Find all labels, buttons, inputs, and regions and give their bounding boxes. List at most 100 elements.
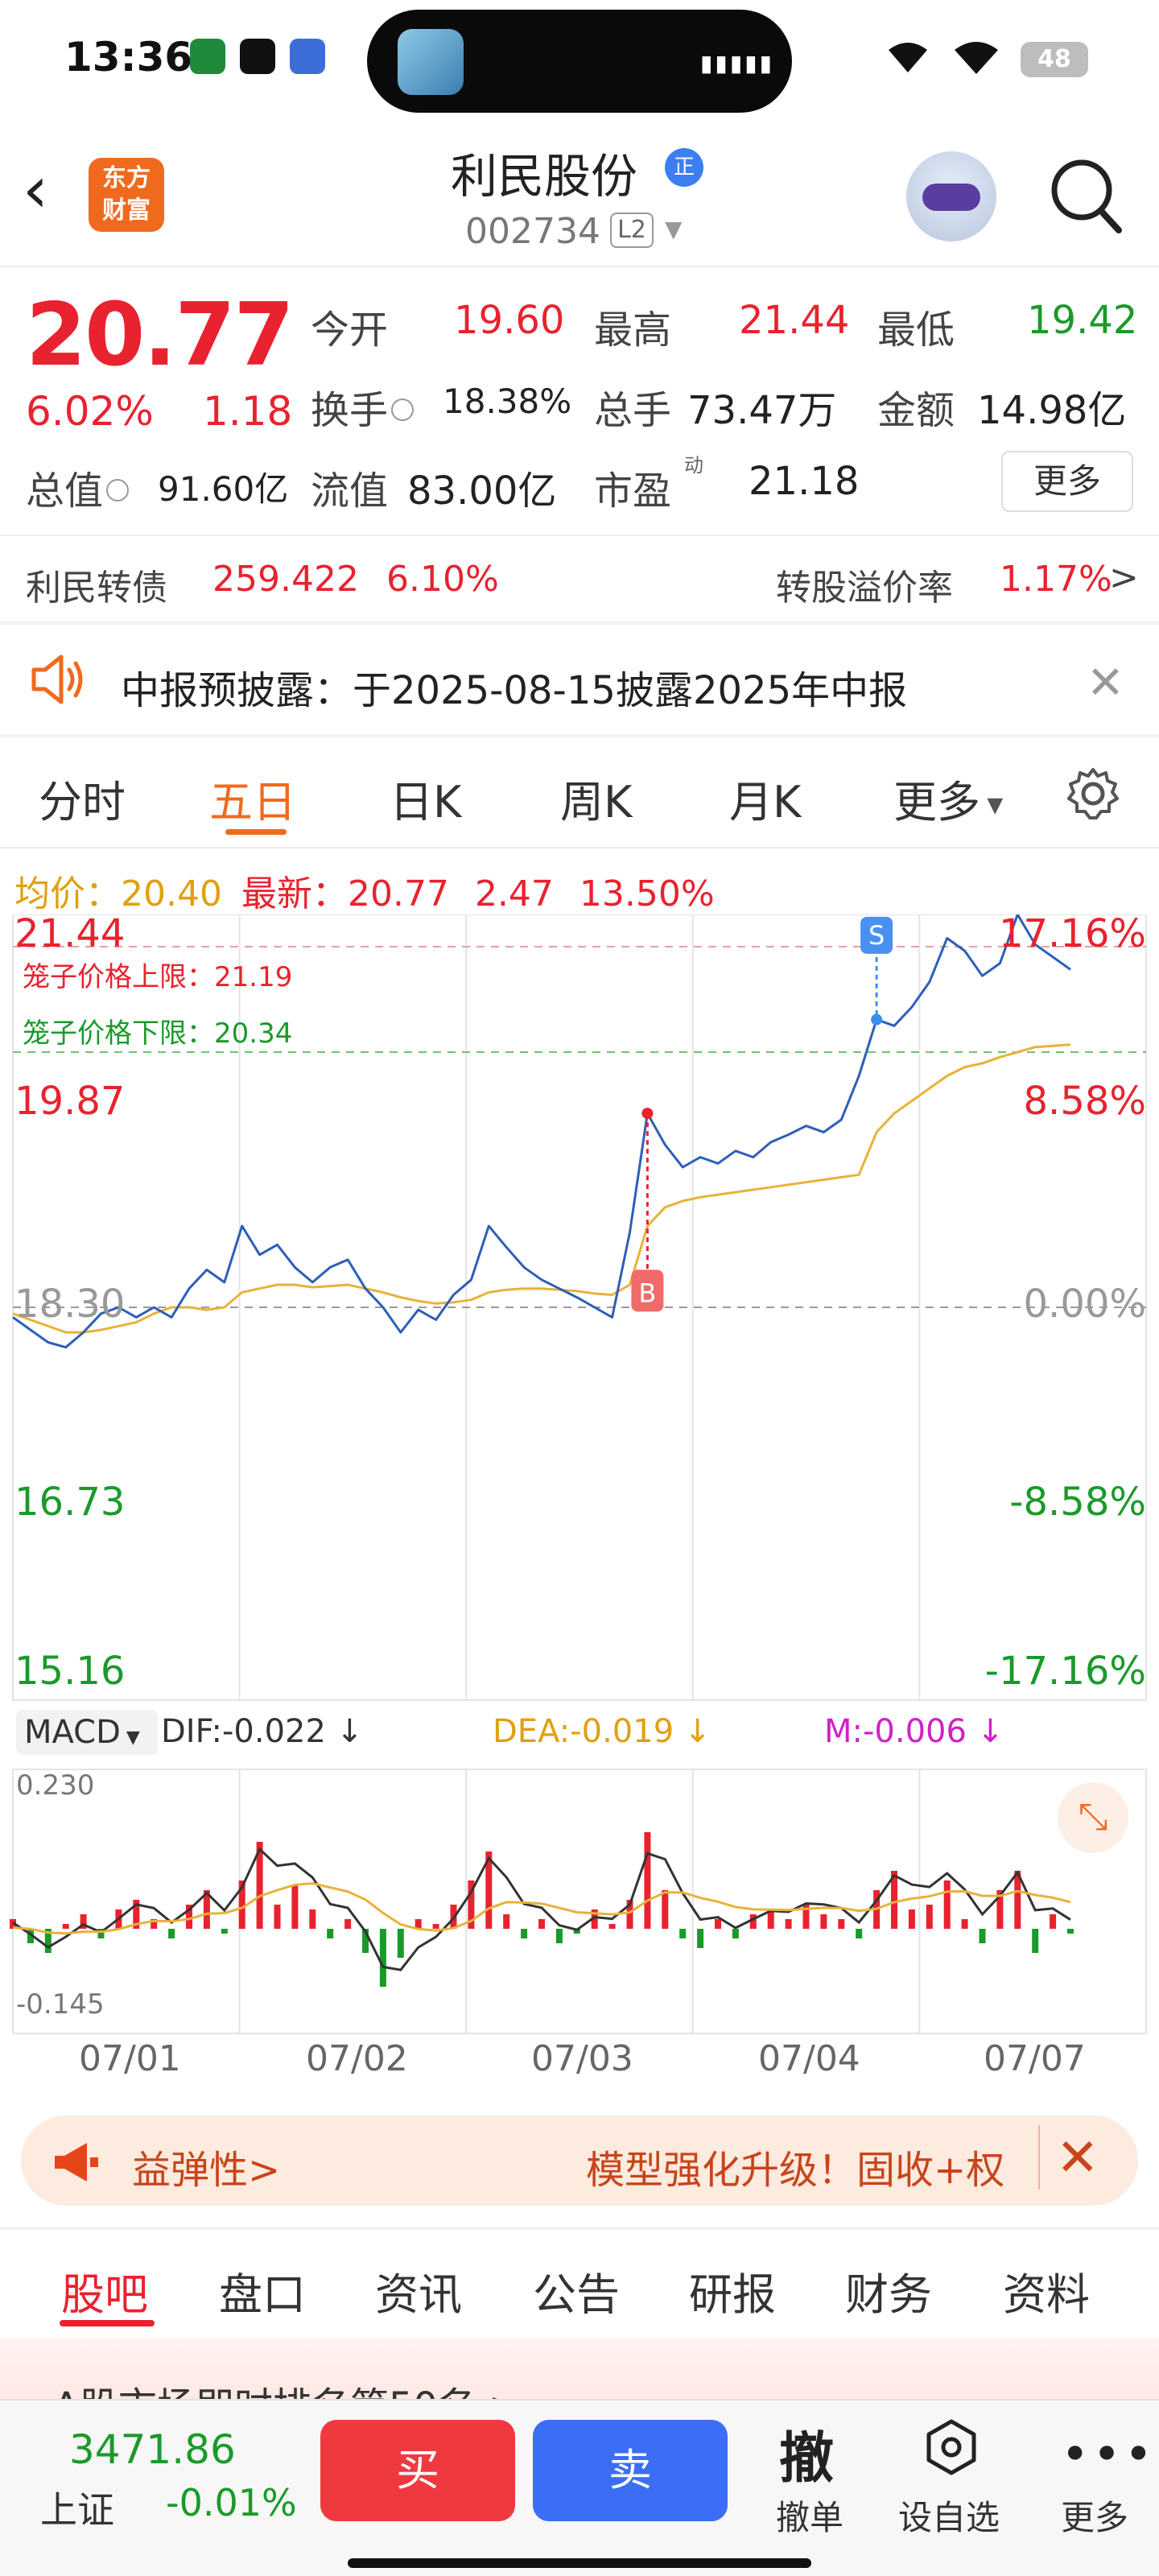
index-name[interactable]: 上证 <box>40 2481 114 2534</box>
notice-text[interactable]: 中报预披露：于2025-08-15披露2025年中报 <box>121 658 907 715</box>
tab-five-day[interactable]: 五日 <box>209 766 296 830</box>
tab-weekly-k[interactable]: 周K <box>560 766 632 830</box>
tab-news[interactable]: 资讯 <box>375 2259 462 2322</box>
change-pct: 6.02% <box>26 388 154 435</box>
macd-bar <box>538 1919 545 1929</box>
macd-bar <box>943 1880 951 1929</box>
chevron-right-icon[interactable]: > <box>1109 557 1139 598</box>
add-watchlist-label[interactable]: 设自选 <box>898 2491 1000 2540</box>
macd-bar <box>1032 1929 1039 1953</box>
premium-value: 1.17% <box>1000 559 1112 600</box>
signal-icon <box>889 43 927 72</box>
gear-icon[interactable] <box>1064 765 1122 823</box>
divider <box>0 535 1159 536</box>
chevron-down-icon: ▼ <box>980 793 1004 818</box>
chevron-down-icon[interactable]: ▼ <box>665 216 683 242</box>
expand-icon[interactable]: ⤡ <box>1058 1782 1128 1853</box>
megaphone-icon <box>55 2143 98 2182</box>
macd-bar <box>838 1919 845 1929</box>
wifi-icon <box>955 42 998 74</box>
close-icon[interactable]: ✕ <box>1056 2128 1099 2188</box>
change-value: 1.18 <box>203 388 293 435</box>
index-change: -0.01% <box>166 2481 297 2524</box>
bond-name[interactable]: 利民转债 <box>26 559 167 610</box>
more-dots-icon[interactable]: ••• <box>1061 2426 1156 2483</box>
open-value: 19.60 <box>454 298 565 343</box>
chart-grid <box>12 914 1147 2034</box>
buy-button[interactable]: 买 <box>320 2420 515 2521</box>
target-icon[interactable] <box>922 2418 980 2476</box>
cancel-order-label[interactable]: 撤单 <box>776 2491 843 2540</box>
y-tick-right: 17.16% <box>999 914 1146 956</box>
cage-lower: 笼子价格下限：20.34 <box>23 1018 293 1050</box>
premium-label[interactable]: 转股溢价率 <box>776 559 953 610</box>
tab-monthly-k[interactable]: 月K <box>729 766 801 830</box>
macd-bar <box>397 1929 404 1958</box>
info-icon[interactable] <box>391 398 415 421</box>
macd-bar <box>344 1919 352 1929</box>
promo-text-right[interactable]: 模型强化升级！固收+权 <box>586 2138 1004 2194</box>
tab-underline <box>225 829 287 835</box>
tab-guba[interactable]: 股吧 <box>61 2259 148 2322</box>
high-value: 21.44 <box>739 298 850 343</box>
macd-y-top: 0.230 <box>16 1769 95 1802</box>
y-tick-left: 16.73 <box>14 1480 125 1525</box>
mktcap-label: 总值 <box>26 459 132 515</box>
island-app-icon <box>398 29 464 95</box>
status-time: 13:36 <box>64 34 193 80</box>
tab-more[interactable]: 更多 ▼ <box>893 766 1003 830</box>
five-day-chart[interactable]: BS 21.4419.8718.3016.7315.1617.16%8.58%0… <box>0 914 1159 2074</box>
avg-price-series <box>12 1043 1071 1334</box>
trade-markers: BS <box>631 916 893 1312</box>
cancel-order-icon[interactable]: 撤 <box>779 2413 834 2493</box>
divider <box>0 2227 1159 2230</box>
tab-finance[interactable]: 财务 <box>845 2259 932 2322</box>
home-indicator <box>348 2558 811 2568</box>
last-price: 20.77 <box>26 285 295 386</box>
macd-bar <box>555 1929 563 1943</box>
sell-button[interactable]: 卖 <box>533 2420 728 2521</box>
tiktok-icon <box>240 39 275 74</box>
tab-announcements[interactable]: 公告 <box>533 2259 620 2322</box>
app-logo: 东方 财富 <box>89 158 164 232</box>
macd-selector[interactable]: MACD ▼ <box>16 1710 158 1755</box>
macd-bar <box>961 1919 968 1929</box>
low-label: 最低 <box>877 308 955 353</box>
macd-panel <box>10 1832 1074 1987</box>
back-icon[interactable]: ‹ <box>23 158 48 222</box>
close-icon[interactable]: ✕ <box>1087 657 1124 709</box>
tab-research[interactable]: 研报 <box>689 2259 776 2322</box>
divider <box>1038 2125 1040 2190</box>
high-label: 最高 <box>594 308 672 353</box>
more-label[interactable]: 更多 <box>1061 2491 1128 2540</box>
macd-dea: DEA:-0.019 ↓ <box>493 1713 711 1750</box>
macd-bar <box>274 1905 281 1929</box>
chevron-down-icon: ▼ <box>120 1728 140 1748</box>
y-tick-left: 19.87 <box>14 1079 125 1124</box>
mktcap-value: 91.60亿 <box>158 469 289 509</box>
app-icon-blue <box>290 39 325 74</box>
tab-profile[interactable]: 资料 <box>1003 2259 1090 2322</box>
macd-bar <box>503 1914 510 1929</box>
level-badge[interactable]: L2 <box>610 213 654 248</box>
tab-pankou[interactable]: 盘口 <box>219 2259 306 2322</box>
tab-daily-k[interactable]: 日K <box>390 766 461 830</box>
info-icon[interactable] <box>106 479 130 502</box>
float-value: 83.00亿 <box>407 469 557 514</box>
promo-text-left[interactable]: 益弹性> <box>132 2138 280 2194</box>
macd-bar <box>432 1924 439 1929</box>
search-icon[interactable] <box>1046 153 1124 237</box>
x-label: 07/01 <box>79 2038 181 2079</box>
series-line <box>12 1043 1071 1334</box>
open-label: 今开 <box>311 308 389 353</box>
stock-code: 002734 <box>465 211 600 252</box>
audio-wave-icon: ▮▮▮▮▮ <box>700 50 775 76</box>
x-label: 07/03 <box>531 2038 633 2079</box>
tab-intraday[interactable]: 分时 <box>39 766 126 830</box>
y-tick-right: -17.16% <box>985 1649 1146 1694</box>
divider <box>0 621 1159 625</box>
more-button[interactable]: 更多 <box>1001 451 1133 512</box>
macd-bar <box>732 1929 739 1938</box>
turnover-label: 换手 <box>311 378 417 435</box>
index-value[interactable]: 3471.86 <box>69 2426 236 2473</box>
